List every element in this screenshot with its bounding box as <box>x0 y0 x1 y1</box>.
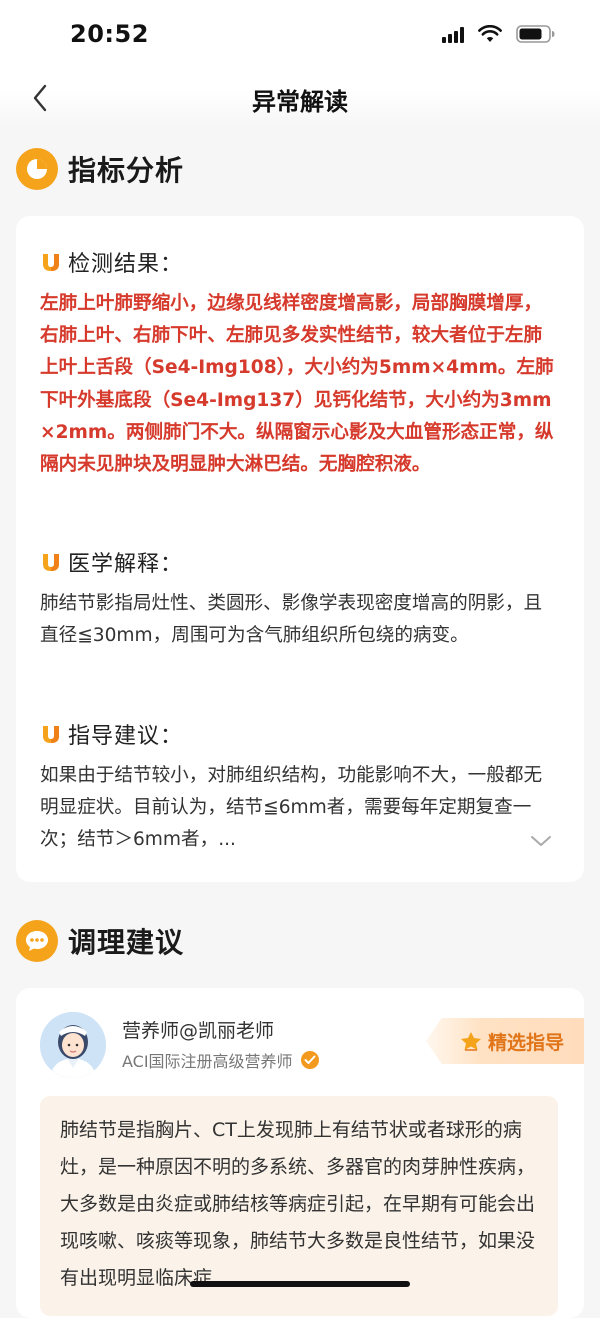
chevron-down-icon <box>531 836 551 846</box>
expert-title-row: ACI国际注册高级营养师 <box>122 1048 319 1072</box>
pie-chart-icon <box>16 148 58 190</box>
u-icon <box>43 726 59 743</box>
advice-card: 营养师@凯丽老师 ACI国际注册高级营养师 精选指导 肺结节是指胸片、CT上发现… <box>16 988 584 1318</box>
result-title: 检测结果： <box>68 252 184 277</box>
result-header: 检测结果： <box>40 246 560 278</box>
nav-bar: 异常解读 <box>0 70 600 124</box>
result-text: 左肺上叶肺野缩小，边缘见线样密度增高影，局部胸膜增厚，右肺上叶、右肺下叶、左肺见… <box>40 293 554 476</box>
verified-icon <box>300 1051 319 1069</box>
analysis-section-header: 指标分析 <box>16 148 184 190</box>
home-indicator[interactable] <box>190 1281 410 1287</box>
status-time: 20:52 <box>70 20 149 48</box>
explanation-title: 医学解释： <box>68 552 184 577</box>
wifi-icon <box>478 25 502 43</box>
crown-icon <box>461 1032 481 1051</box>
u-icon <box>43 554 59 571</box>
explanation-header: 医学解释： <box>40 546 560 578</box>
analysis-section-title: 指标分析 <box>68 154 185 187</box>
explanation-text: 肺结节影指局灶性、类圆形、影像学表现密度增高的阴影，且直径≦30mm，周围可为含… <box>40 593 543 646</box>
guidance-title: 指导建议： <box>68 724 184 749</box>
battery-icon <box>516 24 556 44</box>
featured-label: 精选指导 <box>488 1031 565 1054</box>
guidance-header: 指导建议： <box>40 718 560 750</box>
explanation-block: 医学解释： 肺结节影指局灶性、类圆形、影像学表现密度增高的阴影，且直径≦30mm… <box>40 546 560 652</box>
guidance-text: 如果由于结节较小，对肺组织结构，功能影响不大，一般都无明显症状。目前认为，结节≦… <box>40 765 543 850</box>
chat-bubble-icon <box>16 920 58 962</box>
u-icon <box>43 254 59 271</box>
status-icons <box>442 24 556 44</box>
featured-tag: 精选指导 <box>426 1018 584 1064</box>
avatar[interactable] <box>40 1012 106 1078</box>
expand-button[interactable] <box>528 830 554 852</box>
advice-section-header: 调理建议 <box>16 920 184 962</box>
advice-section-title: 调理建议 <box>68 926 185 959</box>
status-bar: 20:52 <box>0 0 600 70</box>
result-block: 检测结果： 左肺上叶肺野缩小，边缘见线样密度增高影，局部胸膜增厚，右肺上叶、右肺… <box>40 246 560 481</box>
top-area: 20:52 异常解读 <box>0 0 600 128</box>
signal-icon <box>442 25 464 43</box>
expert-name: 营养师@凯丽老师 <box>122 1020 275 1042</box>
guidance-block: 指导建议： 如果由于结节较小，对肺组织结构，功能影响不大，一般都无明显症状。目前… <box>40 718 560 856</box>
analysis-card: 检测结果： 左肺上叶肺野缩小，边缘见线样密度增高影，局部胸膜增厚，右肺上叶、右肺… <box>16 216 584 882</box>
expert-title: ACI国际注册高级营养师 <box>122 1052 293 1071</box>
advice-text: 肺结节是指胸片、CT上发现肺上有结节状或者球形的病灶，是一种原因不明的多系统、多… <box>60 1119 536 1289</box>
page-title: 异常解读 <box>252 88 348 116</box>
